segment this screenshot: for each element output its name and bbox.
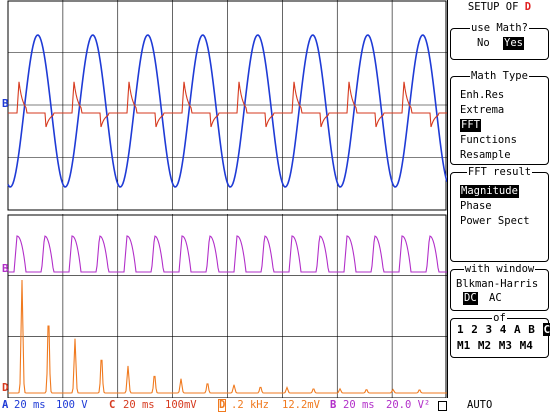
fft-result-phase[interactable]: Phase	[460, 200, 492, 213]
window-title: with window	[463, 263, 536, 275]
math-type-fft[interactable]: FFT	[460, 119, 481, 132]
use-math-group[interactable]: use Math? No Yes	[450, 22, 549, 60]
source-1[interactable]: 1	[457, 323, 464, 336]
status-checkbox[interactable]	[438, 401, 447, 411]
status-a-label: A	[2, 399, 9, 411]
menu-title-text: SETUP OF	[467, 1, 519, 13]
status-a-time: 20 ms	[14, 399, 46, 411]
trace-b-marker-middle: B	[2, 262, 9, 275]
use-math-yes[interactable]: Yes	[503, 37, 524, 50]
fft-result-power-spect[interactable]: Power Spect	[460, 215, 530, 228]
math-type-resample[interactable]: Resample	[460, 149, 511, 162]
math-type-enhres[interactable]: Enh.Res	[460, 89, 504, 102]
status-b-label: B	[330, 399, 337, 411]
math-type-group[interactable]: Math Type Enh.Res Extrema FFT Functions …	[450, 70, 549, 165]
source-m1[interactable]: M1	[457, 339, 470, 352]
window-group[interactable]: with window Blkman-Harris DC AC	[450, 263, 549, 311]
status-mode: AUTO	[467, 399, 493, 411]
use-math-no[interactable]: No	[477, 37, 490, 50]
setup-menu: SETUP OF D use Math? No Yes Math Type En…	[447, 0, 550, 398]
window-name: Blkman-Harris	[456, 278, 539, 290]
status-b-scale: 20.0 V²	[386, 399, 431, 411]
source-row-2[interactable]: M1 M2 M3 M4	[457, 339, 534, 352]
trace-d-marker: D	[2, 381, 9, 394]
source-a[interactable]: A	[514, 323, 521, 336]
source-row-1[interactable]: 1 2 3 4 A B C	[457, 323, 550, 336]
source-of-group[interactable]: of 1 2 3 4 A B C M1 M2 M3 M4	[450, 312, 550, 358]
fft-result-group[interactable]: FFT result Magnitude Phase Power Spect	[450, 166, 549, 262]
fft-result-title: FFT result	[466, 166, 533, 178]
source-b[interactable]: B	[528, 323, 535, 336]
trace-b-marker-top: B	[2, 97, 9, 110]
fft-result-magnitude[interactable]: Magnitude	[460, 185, 519, 198]
status-d-scale: 12.2mV	[282, 399, 320, 411]
status-b-time: 20 ms	[343, 399, 375, 411]
use-math-title: use Math?	[470, 22, 529, 34]
status-bar: A 20 ms 100 V C 20 ms 100mV D .2 kHz 12.…	[0, 398, 550, 413]
source-m3[interactable]: M3	[499, 339, 512, 352]
source-c[interactable]: C	[542, 323, 550, 336]
window-ac[interactable]: AC	[489, 292, 502, 305]
source-m4[interactable]: M4	[520, 339, 533, 352]
menu-title: SETUP OF D	[448, 0, 550, 14]
status-c-time: 20 ms	[123, 399, 155, 411]
window-dc[interactable]: DC	[463, 292, 478, 305]
menu-title-channel: D	[524, 1, 532, 13]
status-d-freq: .2 kHz	[231, 399, 269, 411]
source-4[interactable]: 4	[500, 323, 507, 336]
source-3[interactable]: 3	[486, 323, 493, 336]
source-2[interactable]: 2	[471, 323, 478, 336]
status-c-label: C	[109, 399, 116, 411]
source-m2[interactable]: M2	[478, 339, 491, 352]
status-d-label: D	[218, 399, 227, 412]
math-type-extrema[interactable]: Extrema	[460, 104, 504, 117]
scope-display	[0, 0, 447, 398]
math-type-functions[interactable]: Functions	[460, 134, 517, 147]
math-type-title: Math Type	[470, 70, 529, 82]
status-c-scale: 100mV	[165, 399, 197, 411]
status-a-scale: 100 V	[56, 399, 88, 411]
